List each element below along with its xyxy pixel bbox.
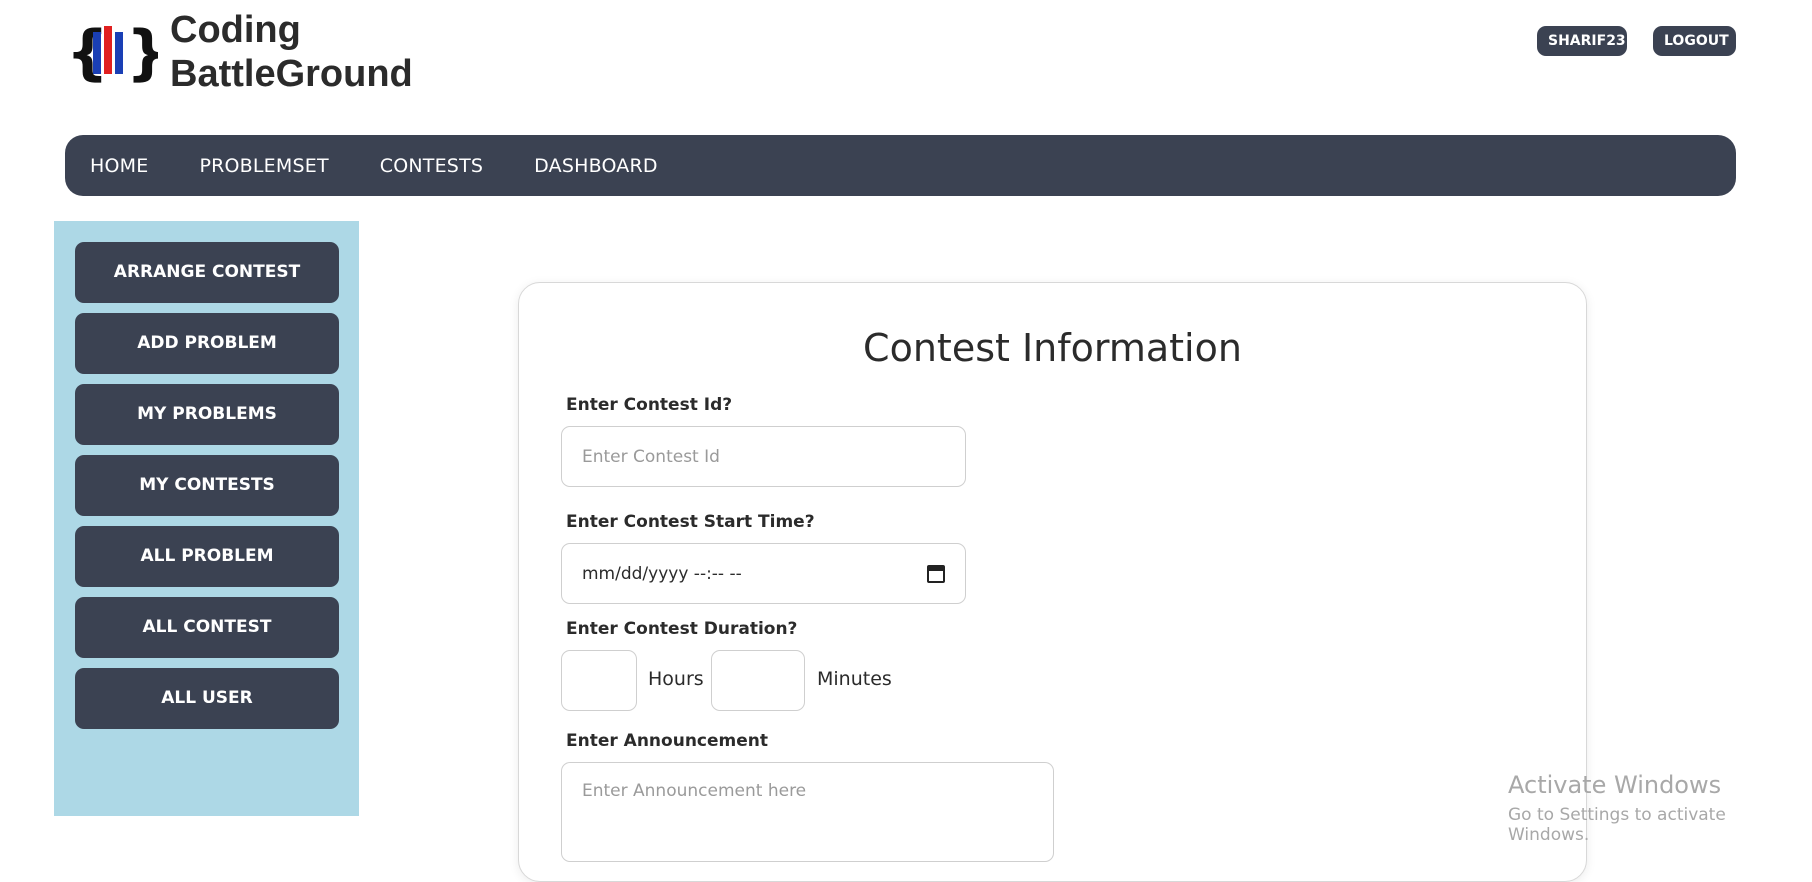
sidebar-add-problem-button[interactable]: ADD PROBLEM [75, 313, 339, 374]
main-navbar: HOME PROBLEMSET CONTESTS DASHBOARD [65, 135, 1736, 196]
nav-home[interactable]: HOME [90, 155, 148, 177]
nav-contests[interactable]: CONTESTS [380, 155, 483, 177]
contest-id-label: Enter Contest Id? [566, 395, 733, 415]
brand-line-1: Coding [170, 9, 301, 51]
start-time-input[interactable]: mm/dd/yyyy --:-- -- [561, 543, 966, 604]
calendar-icon[interactable] [927, 564, 945, 583]
sidebar-my-problems-button[interactable]: MY PROBLEMS [75, 384, 339, 445]
contest-info-card: Contest Information Enter Contest Id? En… [518, 282, 1587, 882]
contest-id-input[interactable] [561, 426, 966, 487]
duration-label: Enter Contest Duration? [566, 619, 798, 639]
activate-windows-subtitle: Go to Settings to activate Windows. [1508, 805, 1726, 845]
nav-dashboard[interactable]: DASHBOARD [534, 155, 658, 177]
start-time-placeholder: mm/dd/yyyy --:-- -- [582, 563, 742, 584]
sidebar-arrange-contest-button[interactable]: ARRANGE CONTEST [75, 242, 339, 303]
duration-hours-input[interactable] [561, 650, 637, 711]
logout-button[interactable]: LOGOUT [1653, 26, 1736, 56]
nav-problemset[interactable]: PROBLEMSET [199, 155, 328, 177]
svg-text:}: } [126, 18, 158, 88]
minutes-label: Minutes [817, 668, 892, 690]
announcement-label: Enter Announcement [566, 731, 768, 751]
dashboard-sidebar: ARRANGE CONTEST ADD PROBLEM MY PROBLEMS … [54, 221, 359, 816]
svg-text:{: { [66, 18, 109, 88]
brand-name: Coding BattleGround [170, 8, 413, 96]
sidebar-all-user-button[interactable]: ALL USER [75, 668, 339, 729]
hours-label: Hours [648, 668, 704, 690]
duration-minutes-input[interactable] [711, 650, 805, 711]
announcement-textarea[interactable] [561, 762, 1054, 862]
activate-windows-title: Activate Windows [1508, 771, 1722, 799]
start-time-label: Enter Contest Start Time? [566, 512, 815, 532]
brand-line-2: BattleGround [170, 53, 413, 95]
user-profile-button[interactable]: SHARIF23 [1537, 26, 1627, 56]
form-title: Contest Information [863, 326, 1242, 370]
sidebar-all-contest-button[interactable]: ALL CONTEST [75, 597, 339, 658]
sidebar-my-contests-button[interactable]: MY CONTESTS [75, 455, 339, 516]
brand-logo[interactable]: { } Coding BattleGround [66, 8, 413, 96]
code-braces-logo-icon: { } [66, 18, 158, 88]
sidebar-all-problem-button[interactable]: ALL PROBLEM [75, 526, 339, 587]
